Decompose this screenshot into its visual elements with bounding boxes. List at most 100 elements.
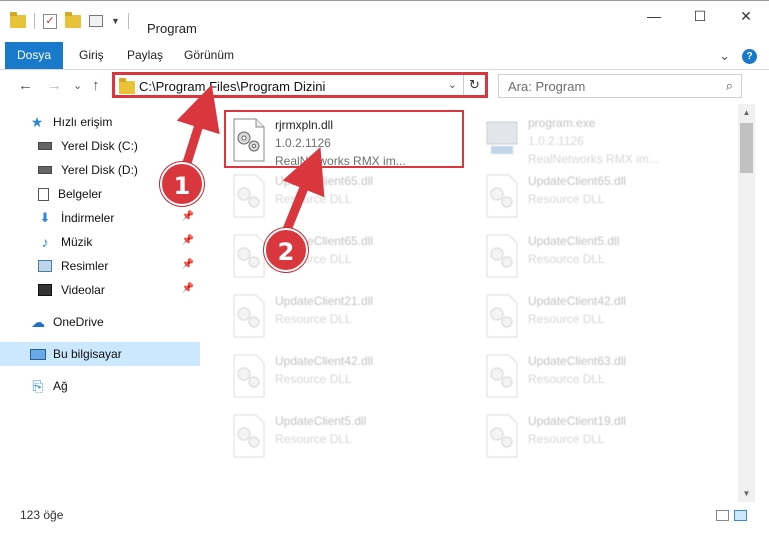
file-item[interactable]: UpdateClient42.dll Resource DLL: [479, 288, 719, 346]
dll-gear-file-icon: [486, 354, 518, 398]
window-title: Program: [147, 21, 197, 36]
file-item[interactable]: UpdateClient65.dll Resource DLL: [479, 168, 719, 226]
file-name: UpdateClient42.dll: [275, 354, 374, 368]
address-path[interactable]: C:\Program Files\Program Dizini: [139, 79, 325, 94]
exe-file-icon: [486, 121, 518, 154]
file-type: Resource DLL: [528, 372, 605, 386]
pin-icon[interactable]: 📌: [182, 259, 194, 270]
scroll-up-arrow-icon[interactable]: ▲: [738, 104, 755, 121]
pin-icon[interactable]: 📌: [182, 283, 194, 294]
sidebar-item-label: Yerel Disk (C:): [61, 139, 138, 153]
sidebar-item-downloads[interactable]: ⬇ İndirmeler 📌: [0, 206, 200, 230]
back-button[interactable]: ←: [18, 77, 33, 94]
address-bar[interactable]: C:\Program Files\Program Dizini ⌄ ↻: [112, 72, 488, 98]
sidebar-item-onedrive[interactable]: ☁ OneDrive: [0, 310, 200, 334]
folder-icon[interactable]: [10, 11, 26, 28]
search-input[interactable]: Ara: Program: [508, 79, 585, 94]
sidebar-item-local-disk-c[interactable]: Yerel Disk (C:): [0, 134, 200, 158]
network-icon: ⎘: [32, 377, 44, 394]
file-description: RealNetworks RMX im...: [528, 152, 659, 166]
maximize-button[interactable]: ☐: [677, 1, 723, 31]
recent-locations-chevron-icon[interactable]: ⌄: [73, 79, 82, 92]
file-item[interactable]: UpdateClient63.dll Resource DLL: [479, 348, 719, 406]
file-item-rjrmxpln-dll[interactable]: rjrmxpln.dll 1.0.2.1126 RealNetworks RMX…: [224, 110, 464, 168]
document-icon: [38, 187, 49, 201]
file-item-program-exe[interactable]: program.exe 1.0.2.1126 RealNetworks RMX …: [479, 110, 719, 168]
sidebar-item-label: OneDrive: [53, 315, 104, 329]
tiles-view-icon[interactable]: [734, 510, 747, 521]
pin-icon[interactable]: 📌: [182, 235, 194, 246]
help-icon[interactable]: ?: [742, 48, 757, 64]
download-arrow-icon: ⬇: [39, 210, 51, 225]
drive-icon: [38, 142, 52, 150]
view-toggle: [716, 510, 747, 521]
new-folder-icon[interactable]: [65, 11, 81, 28]
scroll-down-arrow-icon[interactable]: ▼: [738, 485, 755, 502]
file-description: RealNetworks RMX im...: [275, 154, 406, 168]
expand-ribbon-chevron-icon[interactable]: ⌄: [719, 48, 730, 64]
status-bar: 123 öğe: [0, 502, 769, 536]
search-box[interactable]: Ara: Program ⌕: [498, 74, 742, 98]
file-item[interactable]: UpdateClient21.dll Resource DLL: [226, 288, 466, 346]
file-item[interactable]: UpdateClient5.dll Resource DLL: [479, 228, 719, 286]
view-properties-icon[interactable]: [89, 15, 103, 27]
sidebar-item-label: Müzik: [61, 235, 93, 249]
tab-giris[interactable]: Giriş: [79, 42, 104, 69]
sidebar-item-label: Resimler: [61, 259, 109, 273]
address-dropdown-chevron-icon[interactable]: ⌄: [448, 78, 457, 91]
file-item[interactable]: UpdateClient5.dll Resource DLL: [226, 408, 466, 466]
file-type: Resource DLL: [528, 432, 605, 446]
minimize-button[interactable]: —: [631, 1, 677, 31]
sidebar-item-quick-access[interactable]: ★ Hızlı erişim: [0, 110, 200, 134]
details-view-icon[interactable]: [716, 510, 729, 521]
ribbon-tabs: Dosya Giriş Paylaş Görünüm ⌄ ?: [0, 42, 769, 70]
file-item[interactable]: UpdateClient65.dll Resource DLL: [226, 228, 466, 286]
cloud-icon: ☁: [31, 313, 45, 330]
tab-dosya[interactable]: Dosya: [5, 42, 63, 69]
sidebar-item-this-pc[interactable]: Bu bilgisayar: [0, 342, 200, 366]
tab-gorunum[interactable]: Görünüm: [184, 42, 234, 69]
file-version: 1.0.2.1126: [528, 134, 584, 148]
file-name: UpdateClient5.dll: [528, 234, 620, 248]
pictures-icon: [38, 260, 52, 272]
sidebar-item-network[interactable]: ⎘ Ağ: [0, 374, 200, 398]
file-type: Resource DLL: [275, 372, 352, 386]
title-bar: ✓ ▼ Program — ☐ ✕: [0, 0, 769, 42]
refresh-button[interactable]: ↻: [463, 75, 485, 95]
dll-gear-file-icon: [486, 234, 518, 278]
file-item[interactable]: UpdateClient65.dll Resource DLL: [226, 168, 466, 226]
quick-access-toolbar: ✓ ▼: [10, 11, 129, 29]
sidebar-item-label: Videolar: [61, 283, 105, 297]
qat-customize-chevron-icon[interactable]: ▼: [111, 16, 120, 26]
sidebar-item-videos[interactable]: Videolar 📌: [0, 278, 200, 302]
dll-gear-file-icon: [486, 294, 518, 338]
properties-check-icon[interactable]: ✓: [43, 13, 57, 29]
file-name: program.exe: [528, 116, 596, 130]
file-type: Resource DLL: [528, 192, 605, 206]
forward-button[interactable]: →: [47, 77, 62, 94]
search-icon[interactable]: ⌕: [726, 78, 733, 94]
ribbon-right-controls: ⌄ ?: [719, 48, 757, 64]
sidebar-item-label: Hızlı erişim: [53, 115, 113, 129]
navigation-bar: ← → ⌄ ↑ C:\Program Files\Program Dizini …: [0, 70, 769, 103]
close-button[interactable]: ✕: [723, 1, 769, 31]
drive-icon: [38, 166, 52, 174]
dll-gear-file-icon: [233, 354, 265, 398]
dll-gear-file-icon: [233, 294, 265, 338]
file-name: UpdateClient21.dll: [275, 294, 374, 308]
sidebar-item-music[interactable]: ♪ Müzik 📌: [0, 230, 200, 254]
file-item[interactable]: UpdateClient19.dll Resource DLL: [479, 408, 719, 466]
file-name: UpdateClient5.dll: [275, 414, 367, 428]
dll-gear-file-icon: [233, 414, 265, 458]
file-type: Resource DLL: [275, 432, 352, 446]
scroll-thumb[interactable]: [740, 123, 753, 173]
tab-paylas[interactable]: Paylaş: [127, 42, 163, 69]
pin-icon[interactable]: 📌: [182, 211, 194, 222]
file-type: Resource DLL: [528, 252, 605, 266]
sidebar-item-pictures[interactable]: Resimler 📌: [0, 254, 200, 278]
up-button[interactable]: ↑: [92, 77, 100, 94]
file-type: Resource DLL: [275, 192, 352, 206]
file-item[interactable]: UpdateClient42.dll Resource DLL: [226, 348, 466, 406]
vertical-scrollbar[interactable]: ▲ ▼: [738, 104, 755, 502]
address-folder-icon: [119, 78, 135, 94]
